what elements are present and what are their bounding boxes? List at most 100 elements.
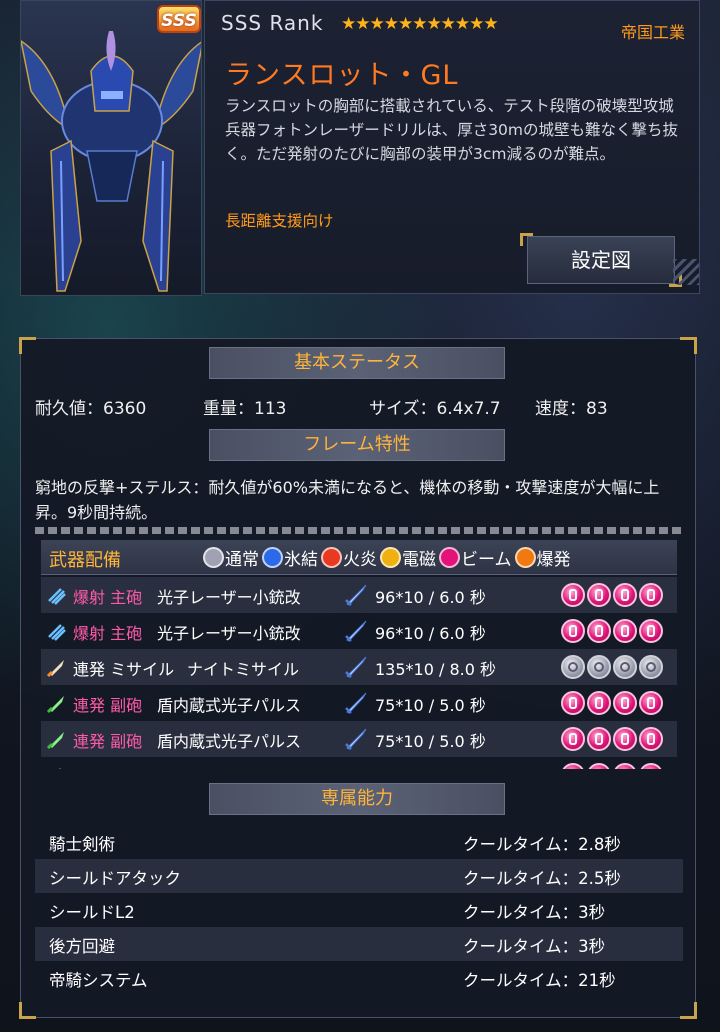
damage-sword-icon bbox=[345, 656, 367, 678]
element-orbs bbox=[561, 691, 665, 715]
weapons-title: 武器配備 bbox=[49, 550, 121, 571]
weapons-list[interactable]: 爆射 主砲 光子レーザー小銃改 96*10 / 6.0 秒 爆射 主砲 光子レー… bbox=[41, 577, 677, 769]
mech-description: ランスロットの胸部に搭載されている、テスト段階の破壊型攻城兵器フォトンレーザード… bbox=[225, 97, 679, 163]
beam-icon bbox=[439, 547, 460, 568]
damage-sword-icon bbox=[345, 692, 367, 714]
normal-orb-icon bbox=[587, 655, 611, 679]
normal-orb-icon bbox=[639, 655, 663, 679]
frame-trait-overflow bbox=[35, 527, 683, 534]
electric-icon bbox=[380, 547, 401, 568]
beam-orb-icon bbox=[639, 727, 663, 751]
ability-cooldown: クールタイム：21秒 bbox=[463, 971, 616, 990]
beam-orb-icon bbox=[613, 691, 637, 715]
speed-stat: 速度：83 bbox=[535, 399, 608, 419]
ability-cooldown: クールタイム：2.8秒 bbox=[463, 835, 621, 854]
beam-orb-icon bbox=[587, 727, 611, 751]
weapon-damage: 135*10 / 8.0 秒 bbox=[375, 660, 496, 679]
legend-ice: 氷結 bbox=[284, 550, 318, 570]
weight-stat: 重量：113 bbox=[203, 399, 287, 419]
decorative-stripes bbox=[673, 259, 699, 285]
ability-row: 後方回避 クールタイム：3秒 bbox=[35, 927, 683, 961]
ice-icon bbox=[262, 547, 283, 568]
weapon-type: 爆射 主砲 bbox=[73, 624, 143, 643]
laser-weapon-icon bbox=[48, 588, 66, 605]
beam-orb-icon bbox=[613, 619, 637, 643]
damage-sword-icon bbox=[345, 728, 367, 750]
weapon-type: 連発 副砲 bbox=[73, 696, 143, 715]
beam-orb-icon bbox=[613, 727, 637, 751]
rarity-badge: SSS bbox=[157, 5, 201, 33]
exclusive-abilities-title: 専属能力 bbox=[209, 783, 505, 815]
mech-info-card: SSS Rank ★★★★★★★★★★★ 帝国工業 ランスロット・GL ランスロ… bbox=[204, 0, 700, 294]
ability-name: シールドL2 bbox=[49, 903, 135, 922]
weapon-row[interactable]: 爆射 主砲 光子レーザー小銃改 96*10 / 6.0 秒 bbox=[41, 613, 677, 649]
pulse-weapon-icon bbox=[47, 732, 64, 749]
beam-orb-icon bbox=[561, 691, 585, 715]
laser-weapon-icon bbox=[48, 624, 66, 641]
ability-name: 騎士剣術 bbox=[49, 835, 115, 854]
blueprint-button[interactable]: 設定図 bbox=[520, 233, 682, 287]
mech-name: ランスロット・GL bbox=[225, 60, 459, 91]
weapons-header: 武器配備 通常 氷結 火炎 電磁 ビーム 爆発 bbox=[41, 540, 677, 575]
ability-row: シールドL2 クールタイム：3秒 bbox=[35, 893, 683, 927]
weapon-row[interactable]: 爆射 主砲 光子レーザー小銃改 96*10 / 6.0 秒 bbox=[41, 577, 677, 613]
weapon-damage: 75*10 / 5.0 秒 bbox=[375, 696, 486, 715]
weapon-damage: 96*10 / 6.0 秒 bbox=[375, 588, 486, 607]
normal-orb-icon bbox=[613, 655, 637, 679]
weapon-name: 光子レーザー小銃改 bbox=[157, 588, 301, 607]
ability-name: 後方回避 bbox=[49, 937, 115, 956]
weapon-row[interactable]: 連発 副砲 盾内蔵式光子パルス 75*10 / 5.0 秒 bbox=[41, 685, 677, 721]
ability-row: シールドアタック クールタイム：2.5秒 bbox=[35, 859, 683, 893]
element-orbs bbox=[561, 763, 665, 769]
legend-fire: 火炎 bbox=[343, 550, 377, 570]
beam-orb-icon bbox=[561, 583, 585, 607]
weapon-type: 連発 ミサイル bbox=[73, 660, 175, 679]
damage-sword-icon bbox=[345, 584, 367, 606]
legend-beam: ビーム bbox=[461, 550, 512, 570]
element-legend: 通常 氷結 火炎 電磁 ビーム 爆発 bbox=[203, 545, 574, 570]
mech-image bbox=[21, 31, 201, 292]
durability-stat: 耐久値：6360 bbox=[35, 399, 147, 419]
missile-weapon-icon bbox=[47, 660, 64, 677]
frame-trait-title: フレーム特性 bbox=[209, 429, 505, 461]
weapon-row-partial[interactable] bbox=[41, 757, 677, 769]
normal-icon bbox=[203, 547, 224, 568]
weapon-row[interactable]: 連発 副砲 盾内蔵式光子パルス 75*10 / 5.0 秒 bbox=[41, 721, 677, 757]
beam-orb-icon bbox=[587, 619, 611, 643]
weapon-name: 光子レーザー小銃改 bbox=[157, 624, 301, 643]
normal-orb-icon bbox=[561, 655, 585, 679]
legend-normal: 通常 bbox=[225, 550, 259, 570]
ability-name: シールドアタック bbox=[49, 869, 181, 888]
weapon-row[interactable]: 連発 ミサイル ナイトミサイル 135*10 / 8.0 秒 bbox=[41, 649, 677, 685]
weapon-name: ナイトミサイル bbox=[187, 660, 300, 679]
legend-explosion: 爆発 bbox=[536, 550, 571, 570]
weapon-name: 盾内蔵式光子パルス bbox=[157, 696, 302, 715]
ability-row: 騎士剣術 クールタイム：2.8秒 bbox=[35, 825, 683, 859]
element-orbs bbox=[561, 619, 665, 643]
weapon-type: 連発 副砲 bbox=[73, 732, 143, 751]
beam-orb-icon bbox=[613, 583, 637, 607]
weapon-damage: 96*10 / 6.0 秒 bbox=[375, 624, 486, 643]
weapon-name: 盾内蔵式光子パルス bbox=[157, 732, 302, 751]
rank-label: SSS Rank bbox=[221, 11, 324, 35]
beam-orb-icon bbox=[639, 583, 663, 607]
element-orbs bbox=[561, 727, 665, 751]
mech-portrait[interactable]: SSS bbox=[20, 0, 202, 296]
beam-orb-icon bbox=[587, 583, 611, 607]
fire-icon bbox=[321, 547, 342, 568]
manufacturer: 帝国工業 bbox=[620, 23, 685, 42]
ability-cooldown: クールタイム：2.5秒 bbox=[463, 869, 621, 888]
pulse-weapon-icon bbox=[47, 696, 64, 713]
ability-cooldown: クールタイム：3秒 bbox=[463, 903, 606, 922]
weapon-damage: 75*10 / 5.0 秒 bbox=[375, 732, 486, 751]
basic-status-title: 基本ステータス bbox=[209, 347, 505, 379]
ability-row: 帝騎システム クールタイム：21秒 bbox=[35, 961, 683, 995]
beam-orb-icon bbox=[561, 727, 585, 751]
details-panel[interactable]: 基本ステータス 耐久値：6360 重量：113 サイズ：6.4x7.7 速度：8… bbox=[19, 337, 697, 1019]
element-orbs bbox=[561, 583, 665, 607]
laser-weapon-icon bbox=[59, 768, 61, 769]
beam-orb-icon bbox=[639, 691, 663, 715]
frame-trait-text: 窮地の反撃+ステルス：耐久値が60%未満になると、機体の移動・攻撃速度が大幅に上… bbox=[35, 478, 660, 522]
explosion-icon bbox=[514, 547, 536, 568]
element-orbs bbox=[561, 655, 665, 679]
